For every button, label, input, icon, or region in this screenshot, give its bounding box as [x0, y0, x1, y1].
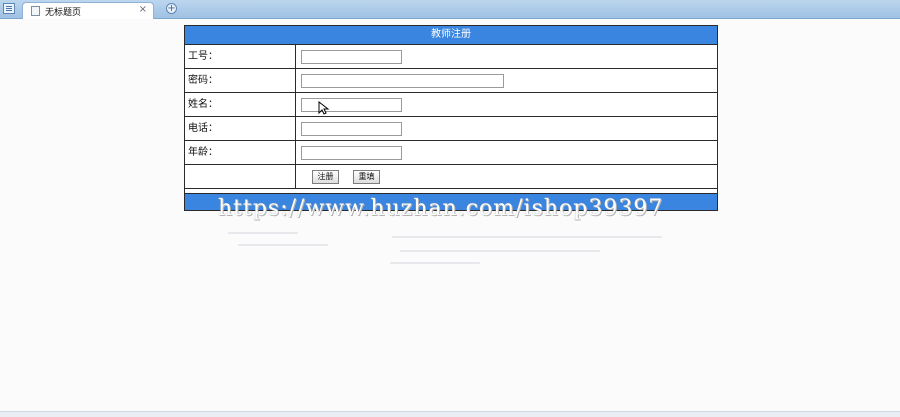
name-input[interactable]	[301, 98, 402, 112]
close-tab-icon[interactable]: ×	[139, 4, 147, 15]
browser-menu-icon[interactable]	[3, 3, 15, 14]
form-row-phone: 电话：	[185, 117, 717, 141]
watermark-text: https://www.huzhan.com/ishop39397	[218, 196, 664, 221]
browser-tab-bar: 无标题页 × +	[0, 0, 900, 19]
new-tab-icon[interactable]: +	[166, 3, 177, 14]
watermark-smear	[238, 244, 328, 246]
password-input[interactable]	[301, 74, 504, 88]
browser-tab[interactable]: 无标题页 ×	[22, 2, 154, 19]
age-label: 年龄：	[185, 141, 296, 164]
watermark-smear	[390, 262, 480, 264]
form-row-id: 工号：	[185, 45, 717, 69]
password-label: 密码：	[185, 69, 296, 92]
status-bar	[0, 411, 900, 417]
register-button[interactable]: 注册	[312, 170, 339, 184]
form-title: 教师注册	[185, 26, 717, 45]
watermark-smear	[392, 236, 662, 238]
form-row-age: 年龄：	[185, 141, 717, 165]
watermark-smear	[228, 232, 298, 234]
form-spacer-row	[185, 187, 717, 194]
actions-label-empty	[185, 165, 296, 188]
tab-title: 无标题页	[45, 8, 82, 18]
form-row-actions: 注册 重填	[185, 165, 717, 189]
form-row-name: 姓名：	[185, 93, 717, 117]
teacher-register-form: 教师注册 工号： 密码： 姓名： 电话： 年龄： 注册 重填	[184, 25, 718, 211]
id-input[interactable]	[301, 50, 402, 64]
watermark-smear	[400, 250, 600, 252]
phone-label: 电话：	[185, 117, 296, 140]
mouse-cursor-icon	[318, 101, 330, 115]
age-input[interactable]	[301, 146, 402, 160]
name-label: 姓名：	[185, 93, 296, 116]
form-row-password: 密码：	[185, 69, 717, 93]
id-label: 工号：	[185, 45, 296, 68]
phone-input[interactable]	[301, 122, 402, 136]
reset-button[interactable]: 重填	[353, 170, 380, 184]
page-icon	[31, 6, 40, 16]
